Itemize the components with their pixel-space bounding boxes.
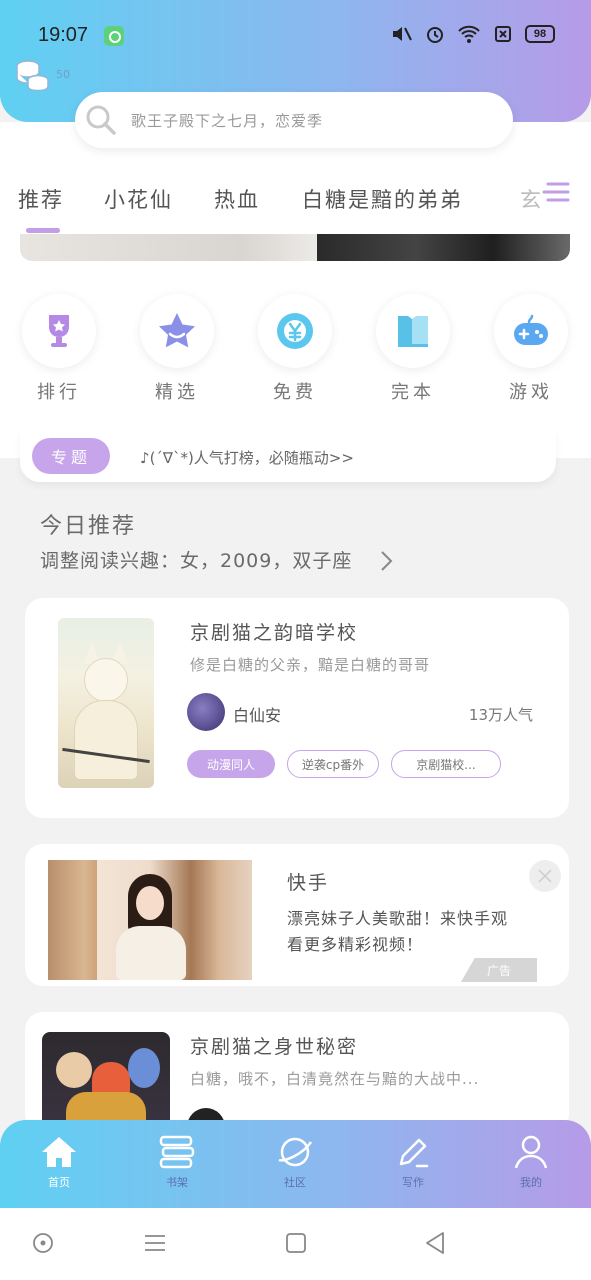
- book-description: 修是白糖的父亲，黯是白糖的哥哥: [190, 656, 431, 674]
- book-cover: [42, 1032, 170, 1132]
- ad-close-button[interactable]: [529, 860, 561, 892]
- sim-off-icon: [495, 26, 511, 42]
- ad-card[interactable]: 快手 漂亮妹子人美歌甜！来快手观看更多精彩视频！ 广告: [25, 844, 569, 986]
- book-title: 京剧猫之身世秘密: [190, 1036, 359, 1058]
- topic-text: ♪(´∇`*)人气打榜，必随瓶动>>: [140, 449, 354, 467]
- category-label: 游戏: [509, 382, 553, 403]
- author-name[interactable]: 白仙安: [233, 702, 281, 726]
- status-bar: 19:07 98: [0, 0, 591, 70]
- home-icon: [42, 1137, 76, 1167]
- close-icon: [538, 869, 552, 883]
- category-games[interactable]: 游戏: [494, 294, 568, 404]
- reading-preference-link[interactable]: 调整阅读兴趣：女，2009，双子座: [40, 546, 352, 573]
- ad-description: 漂亮妹子人美歌甜！来快手观看更多精彩视频！: [287, 909, 509, 954]
- planet-icon: [278, 1137, 313, 1167]
- category-label: 完本: [391, 382, 435, 403]
- category-featured[interactable]: 精选: [140, 294, 214, 404]
- category-ranking[interactable]: 排行: [22, 294, 96, 404]
- menu-icon[interactable]: [144, 1230, 166, 1256]
- category-label: 排行: [37, 382, 81, 403]
- nav-label: 书架: [166, 1176, 188, 1189]
- section-title: 今日推荐: [40, 514, 137, 539]
- ad-label-text: 广告: [486, 963, 511, 978]
- category-label: 精选: [155, 382, 199, 403]
- search-bar[interactable]: 歌王子殿下之七月，恋爱季: [75, 92, 513, 148]
- nav-label: 写作: [402, 1176, 424, 1189]
- app-notification-icon: [104, 26, 124, 46]
- coin-count: 50: [56, 68, 70, 81]
- nav-community[interactable]: 社区: [255, 1134, 335, 1190]
- search-placeholder: 歌王子殿下之七月，恋爱季: [131, 111, 324, 130]
- book-cover: [58, 618, 154, 788]
- content-background: [0, 122, 591, 458]
- search-icon: [86, 105, 116, 135]
- ad-title: 快手: [287, 872, 330, 894]
- status-icons: 98: [389, 24, 555, 44]
- nav-label: 社区: [284, 1176, 306, 1189]
- nav-profile[interactable]: 我的: [491, 1134, 571, 1190]
- book-description: 白糖，哦不，白清竟然在与黯的大战中...: [190, 1070, 480, 1088]
- category-free[interactable]: 免费: [258, 294, 332, 404]
- profile-icon: [514, 1135, 548, 1169]
- banner-carousel[interactable]: [20, 234, 570, 261]
- book-card[interactable]: 京剧猫之身世秘密 白糖，哦不，白清竟然在与黯的大战中...: [25, 1012, 569, 1132]
- topic-strip[interactable]: 专题 ♪(´∇`*)人气打榜，必随瓶动>>: [20, 430, 556, 482]
- status-time: 19:07: [38, 24, 89, 46]
- system-navigation-bar: [0, 1208, 591, 1280]
- book-tag[interactable]: 京剧猫校...: [391, 750, 501, 778]
- tab-rexue[interactable]: 热血: [214, 184, 260, 214]
- coins-icon[interactable]: [14, 58, 50, 94]
- back-icon[interactable]: [424, 1230, 446, 1256]
- battery-indicator: 98: [525, 25, 555, 43]
- chevron-right-icon[interactable]: [380, 550, 394, 572]
- book-title: 京剧猫之韵暗学校: [190, 622, 359, 644]
- ad-label: 广告: [461, 958, 537, 982]
- ad-image: [48, 860, 252, 980]
- star-icon: [159, 313, 195, 348]
- nav-label: 我的: [520, 1176, 542, 1189]
- book-card[interactable]: 京剧猫之韵暗学校 修是白糖的父亲，黯是白糖的哥哥 白仙安 13万人气 动漫同人 …: [25, 598, 569, 818]
- gamepad-icon: [514, 314, 548, 345]
- category-completed[interactable]: 完本: [376, 294, 450, 404]
- assistant-icon[interactable]: [32, 1230, 54, 1256]
- yen-coin-icon: [277, 313, 313, 349]
- active-tab-indicator: [26, 228, 60, 233]
- book-tag[interactable]: 动漫同人: [187, 750, 275, 778]
- alarm-icon: [427, 27, 443, 43]
- wifi-icon: [458, 25, 480, 43]
- category-label: 免费: [273, 382, 317, 403]
- mute-vibrate-icon: [393, 27, 412, 41]
- bottom-navigation: 首页 书架 社区 写作 我的: [0, 1120, 591, 1208]
- author-avatar[interactable]: [187, 693, 225, 731]
- nav-label: 首页: [48, 1176, 70, 1189]
- tab-xiaohuaxian[interactable]: 小花仙: [104, 184, 173, 214]
- book-icon: [398, 316, 428, 347]
- popularity-count: 13万人气: [468, 706, 533, 724]
- tab-recommend[interactable]: 推荐: [18, 184, 64, 214]
- nav-write[interactable]: 写作: [373, 1134, 453, 1190]
- tab-baitang[interactable]: 白糖是黯的弟弟: [302, 184, 463, 214]
- nav-home[interactable]: 首页: [19, 1134, 99, 1190]
- trophy-icon: [49, 315, 69, 347]
- nav-bookshelf[interactable]: 书架: [137, 1134, 217, 1190]
- tab-menu-icon[interactable]: [540, 178, 576, 208]
- pen-icon: [399, 1138, 429, 1168]
- home-square-icon[interactable]: [285, 1230, 307, 1256]
- topic-badge: 专题: [32, 438, 110, 474]
- book-tag[interactable]: 逆袭cp番外: [287, 750, 379, 778]
- bookshelf-icon: [159, 1135, 195, 1169]
